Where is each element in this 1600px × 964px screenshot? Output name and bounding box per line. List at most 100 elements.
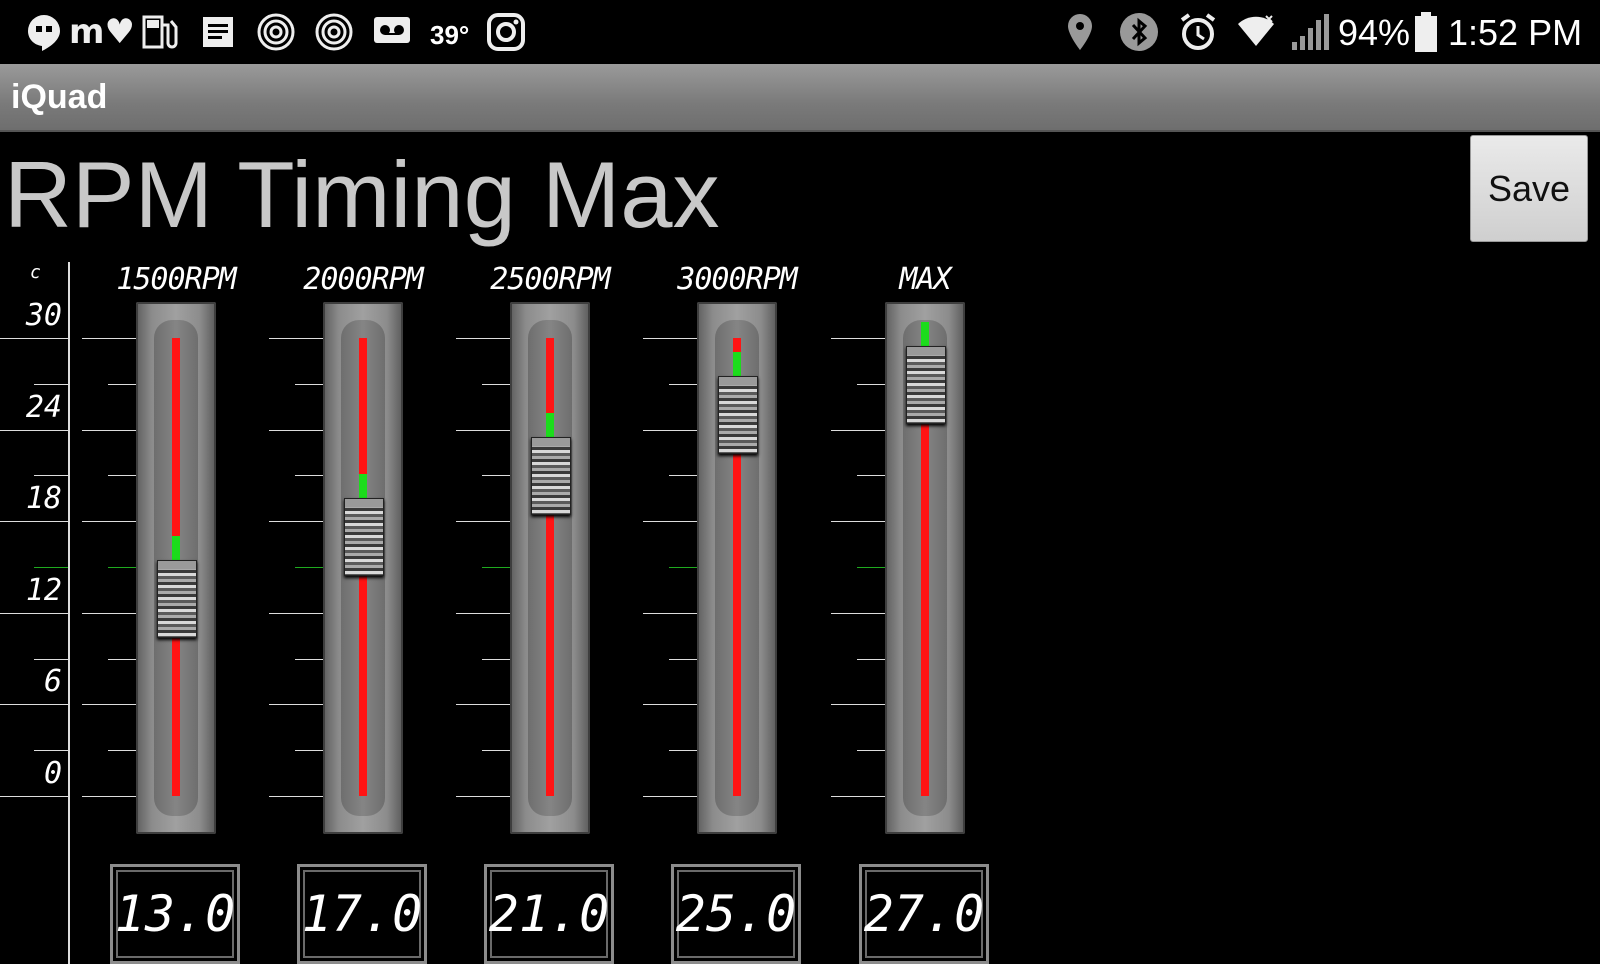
slider-value-readout: 27.0 xyxy=(859,864,989,964)
scale-tick-marker xyxy=(108,567,136,568)
scale-tick xyxy=(831,704,885,705)
scale-tick xyxy=(643,704,697,705)
scale-tick xyxy=(82,796,136,797)
scale-tick xyxy=(295,384,323,385)
scale-tick xyxy=(269,704,323,705)
scale-tick xyxy=(82,521,136,522)
scale-tick-marker xyxy=(295,567,323,568)
scale-tick xyxy=(269,521,323,522)
scale-tick xyxy=(82,613,136,614)
scale-tick-marker xyxy=(669,567,697,568)
scale-tick xyxy=(108,750,136,751)
scale-tick xyxy=(482,384,510,385)
slider-value-readout: 17.0 xyxy=(297,864,427,964)
scale-axis-line xyxy=(68,262,70,964)
scale-tick xyxy=(295,659,323,660)
scale-tick xyxy=(0,704,68,705)
slider-thumb[interactable] xyxy=(157,559,197,638)
battery-icon xyxy=(1412,10,1440,54)
slider-value-readout: 25.0 xyxy=(671,864,801,964)
scale-tick xyxy=(34,384,68,385)
app-title: iQuad xyxy=(11,78,108,116)
scale-unit: c xyxy=(30,262,41,283)
slider-value-indicator xyxy=(172,535,180,560)
scale-tick xyxy=(482,475,510,476)
scale-tick xyxy=(643,613,697,614)
scale-label: 0 xyxy=(43,756,62,791)
scale-tick xyxy=(108,384,136,385)
status-bar: m♥ 39° 94% 1:52 PM xyxy=(0,0,1600,64)
slider-value-indicator xyxy=(359,474,367,499)
scale-tick xyxy=(456,613,510,614)
voicemail-icon xyxy=(370,10,414,54)
messenger-icon: m♥ xyxy=(69,12,135,52)
scale-tick xyxy=(34,750,68,751)
slider-thumb[interactable] xyxy=(531,437,571,516)
slider-label: 2500RPM xyxy=(490,262,610,297)
scale-tick xyxy=(108,659,136,660)
scale-label: 12 xyxy=(25,572,62,608)
slider-value-indicator xyxy=(733,352,741,377)
scale-tick xyxy=(643,430,697,431)
scale-tick xyxy=(34,659,68,660)
scale-tick xyxy=(482,750,510,751)
scale-tick xyxy=(857,750,885,751)
scale-tick xyxy=(82,704,136,705)
scale-tick xyxy=(0,613,68,614)
scale-tick xyxy=(269,430,323,431)
scale-tick xyxy=(831,796,885,797)
scale-tick xyxy=(831,521,885,522)
alarm-icon xyxy=(1176,10,1220,54)
hangouts-icon xyxy=(22,10,66,54)
scale-tick-marker xyxy=(34,567,68,568)
scale-tick xyxy=(295,750,323,751)
page-title: RPM Timing Max xyxy=(4,142,720,247)
slider-value-indicator xyxy=(921,321,929,346)
save-button[interactable]: Save xyxy=(1470,135,1588,242)
scale-tick xyxy=(857,659,885,660)
scale-label: 18 xyxy=(25,481,62,517)
fingerprint-icon xyxy=(312,10,356,54)
fuel-icon xyxy=(138,10,182,54)
scale-tick xyxy=(857,384,885,385)
scale-tick xyxy=(831,430,885,431)
slider-thumb[interactable] xyxy=(906,345,946,424)
scale-tick-marker xyxy=(482,567,510,568)
scale-tick xyxy=(34,475,68,476)
slider-value-readout: 13.0 xyxy=(110,864,240,964)
scale-tick xyxy=(0,430,68,431)
wifi-icon xyxy=(1234,10,1278,54)
cell-signal-icon xyxy=(1288,10,1332,54)
scale-tick xyxy=(0,338,68,339)
scale-tick-marker xyxy=(857,567,885,568)
instagram-icon xyxy=(484,10,528,54)
scale-tick xyxy=(82,430,136,431)
scale-tick xyxy=(669,475,697,476)
scale-tick xyxy=(295,475,323,476)
bluetooth-icon xyxy=(1118,10,1160,54)
weather-temperature: 39° xyxy=(430,20,470,50)
scale-tick xyxy=(456,704,510,705)
scale-tick xyxy=(456,521,510,522)
scale-tick xyxy=(82,338,136,339)
scale-tick xyxy=(669,384,697,385)
clock: 1:52 PM xyxy=(1448,12,1583,53)
scale-label: 6 xyxy=(43,664,62,700)
slider-thumb[interactable] xyxy=(344,498,384,577)
scale-tick xyxy=(831,613,885,614)
slider-label: 1500RPM xyxy=(116,262,236,297)
fingerprint-icon xyxy=(254,10,298,54)
slider-label: MAX xyxy=(899,262,951,297)
battery-percent: 94% xyxy=(1338,12,1411,53)
scale-tick xyxy=(857,475,885,476)
scale-tick xyxy=(669,659,697,660)
slider-thumb[interactable] xyxy=(718,376,758,455)
scale-tick xyxy=(269,796,323,797)
scale-tick xyxy=(456,796,510,797)
scale-tick xyxy=(482,659,510,660)
scale-tick xyxy=(269,338,323,339)
scale-tick xyxy=(0,796,68,797)
scale-label: 24 xyxy=(25,389,62,425)
slider-label: 2000RPM xyxy=(303,262,423,297)
scale-tick xyxy=(643,796,697,797)
